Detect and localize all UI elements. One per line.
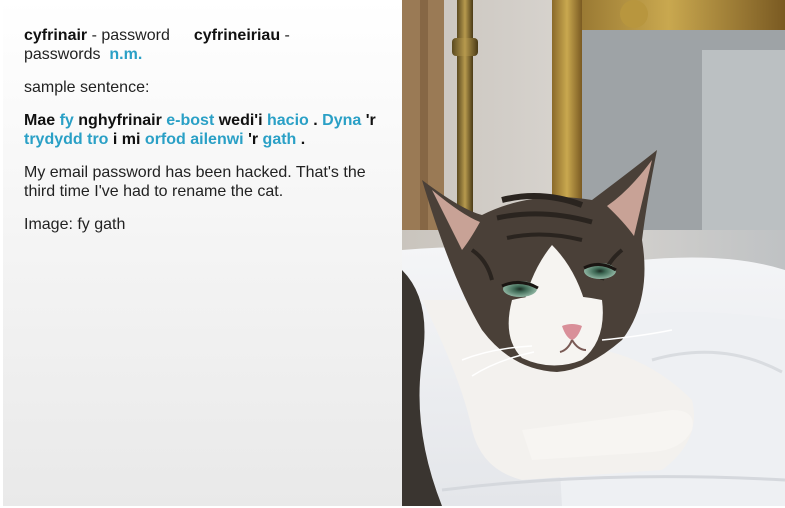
vocab-line: cyfrinair - password cyfrineiriau - passw… [24,26,382,64]
word-nghyfrinair: nghyfrinair [78,112,162,129]
word-link-hacio[interactable]: hacio [267,112,309,129]
page: cyfrinair - password cyfrineiriau - passw… [0,0,785,508]
word-link-orfod[interactable]: orfod [145,131,186,148]
word-link-fy[interactable]: fy [60,112,74,129]
cat-illustration [402,0,785,506]
vocab-word-singular: cyfrinair [24,27,88,44]
english-translation: My email password has been hacked. That'… [24,164,366,200]
word-link-dyna[interactable]: Dyna [322,112,361,129]
gender-link[interactable]: n.m. [109,46,142,63]
word-period-2: . [300,131,306,148]
cat-photo [402,0,785,506]
image-caption: Image: fy gath [24,216,126,233]
vocabulary-panel: cyfrinair - password cyfrineiriau - passw… [3,0,402,506]
welsh-sentence: Mae fy nghyfrinair e-bost wedi'i hacio .… [24,111,382,149]
word-r-2: 'r [248,131,259,148]
word-r-1: 'r [365,112,376,129]
word-wedii: wedi'i [218,112,263,129]
word-link-trydydd-tro[interactable]: trydydd tro [24,131,108,148]
vocab-word-plural: cyfrineiriau [193,27,281,44]
word-link-e-bost[interactable]: e-bost [166,112,214,129]
word-period-1: . [313,112,318,129]
word-link-gath[interactable]: gath [263,131,297,148]
word-link-ailenwi[interactable]: ailenwi [190,131,243,148]
vocab-meaning-singular: - password [87,27,170,44]
sample-label: sample sentence: [24,79,150,96]
word-i-mi: i mi [112,131,141,148]
word-mae: Mae [24,112,56,129]
